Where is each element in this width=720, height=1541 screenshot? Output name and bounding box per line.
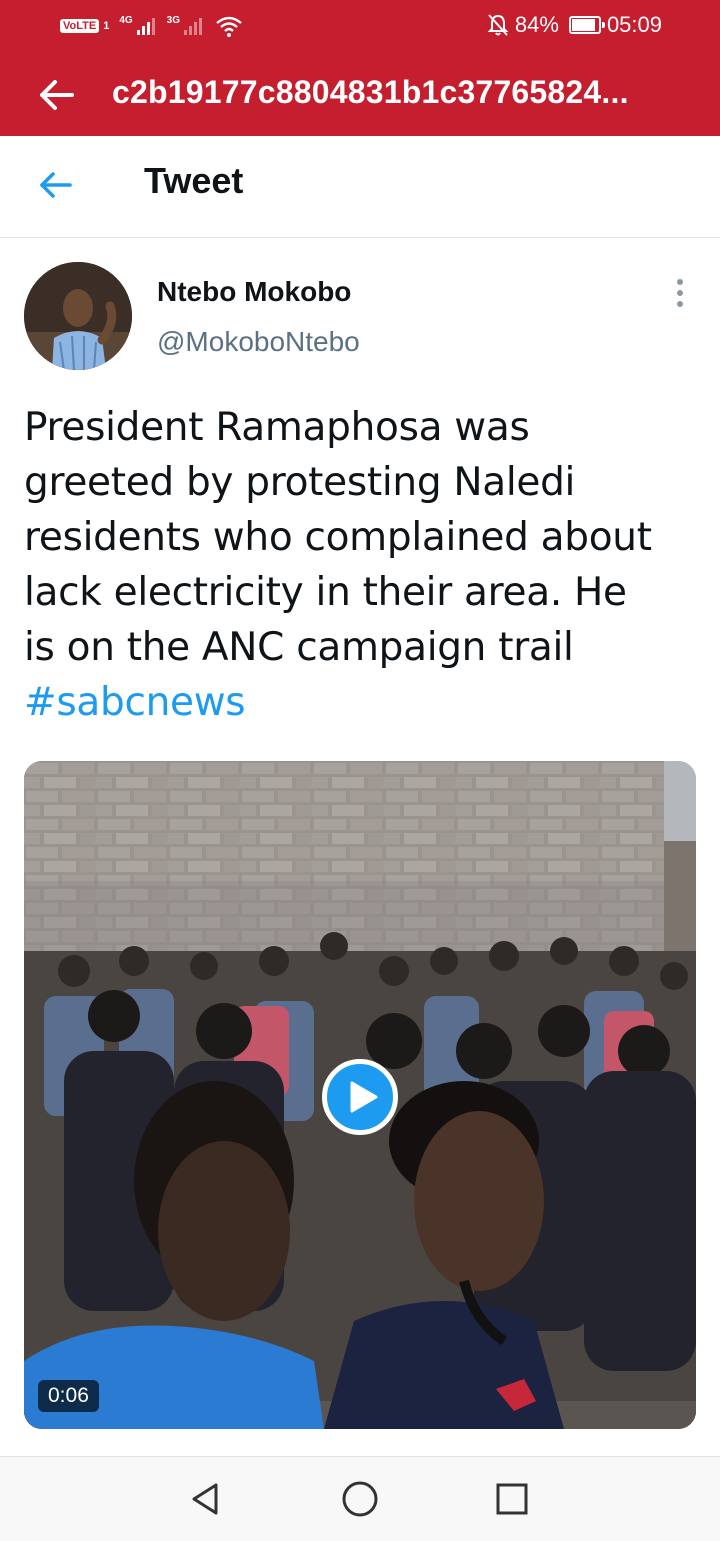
- nav-recents-button[interactable]: [490, 1477, 534, 1521]
- system-nav-bar: [0, 1457, 720, 1541]
- status-left: VoLTE 1 4G 3G: [60, 14, 244, 38]
- signal-strength-2-icon: [184, 17, 203, 35]
- circle-home-icon: [342, 1481, 378, 1517]
- tweet-text: President Ramaphosa was greeted by prote…: [24, 400, 704, 730]
- bell-off-icon: [487, 14, 509, 36]
- volte-badge: VoLTE: [60, 19, 100, 33]
- status-bar: VoLTE 1 4G 3G 84% 05:09: [0, 0, 720, 54]
- square-recents-icon: [496, 1483, 528, 1515]
- more-options-button[interactable]: [668, 276, 692, 312]
- tweet-back-button[interactable]: [36, 165, 76, 205]
- back-button[interactable]: [36, 75, 76, 115]
- video-thumbnail[interactable]: 0:06: [24, 761, 696, 1429]
- sim-number: 1: [103, 20, 110, 32]
- page-title: Tweet: [144, 160, 244, 201]
- arrow-left-icon: [40, 172, 72, 198]
- more-vertical-icon: [677, 279, 683, 307]
- avatar[interactable]: [24, 262, 132, 370]
- network-3g-label: 3G: [166, 14, 181, 26]
- tweet-text-line: is on the ANC campaign trail: [24, 625, 574, 670]
- wifi-icon: [216, 16, 242, 37]
- avatar-image: [24, 262, 132, 370]
- tweet-text-line: President Ramaphosa was: [24, 405, 530, 450]
- app-bar: c2b19177c8804831b1c37765824...: [0, 54, 720, 136]
- network-4g-label: 4G: [119, 14, 133, 26]
- video-duration-badge: 0:06: [38, 1380, 99, 1412]
- play-button[interactable]: [322, 1059, 398, 1135]
- triangle-back-icon: [192, 1483, 218, 1515]
- signal-strength-icon: [136, 17, 155, 35]
- arrow-left-icon: [40, 80, 74, 110]
- author-handle[interactable]: @MokoboNtebo: [157, 326, 360, 358]
- status-right: 84% 05:09: [487, 12, 662, 38]
- hashtag-link[interactable]: #sabcnews: [24, 675, 704, 730]
- nav-back-button[interactable]: [184, 1477, 228, 1521]
- clock: 05:09: [606, 12, 662, 37]
- tweet-text-line: greeted by protesting Naledi: [24, 460, 576, 505]
- tweet-text-line: lack electricity in their area. He: [24, 570, 627, 615]
- app-bar-title: c2b19177c8804831b1c37765824...: [112, 74, 629, 110]
- battery-percent: 84%: [514, 12, 559, 37]
- play-icon: [350, 1081, 378, 1113]
- battery-icon: [568, 16, 605, 34]
- tweet-header: Tweet: [0, 136, 720, 238]
- author-name[interactable]: Ntebo Mokobo: [157, 276, 351, 308]
- tweet-text-line: residents who complained about: [24, 515, 652, 560]
- nav-home-button[interactable]: [338, 1477, 382, 1521]
